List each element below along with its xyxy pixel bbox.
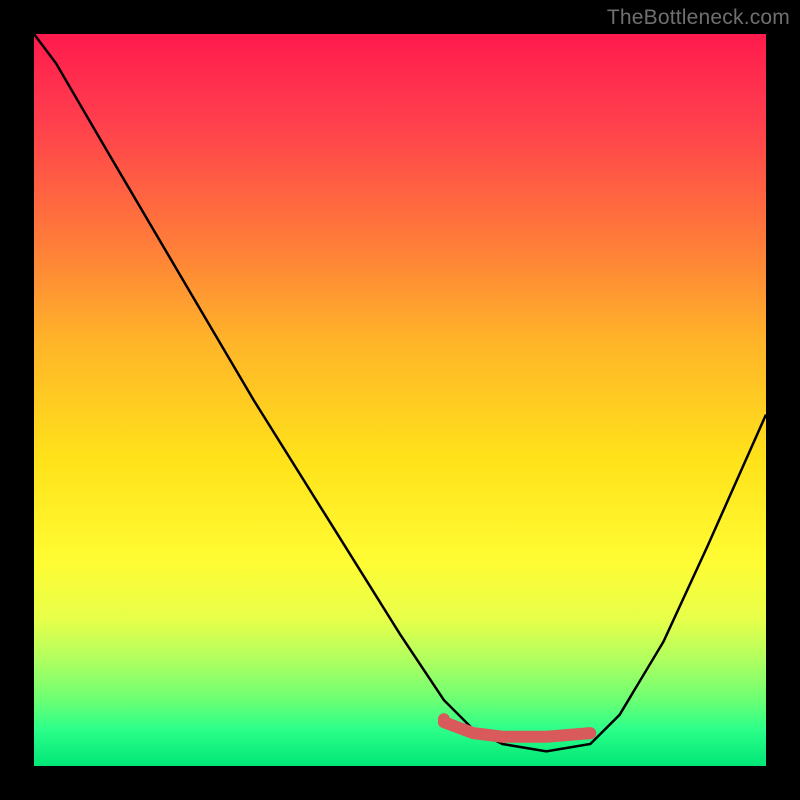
highlight-start-dot	[438, 713, 450, 725]
watermark-text: TheBottleneck.com	[607, 6, 790, 30]
curve-overlay	[34, 34, 766, 766]
chart-container: TheBottleneck.com	[0, 0, 800, 800]
highlight-segment	[444, 722, 590, 737]
bottleneck-curve	[34, 34, 766, 751]
plot-area	[34, 34, 766, 766]
